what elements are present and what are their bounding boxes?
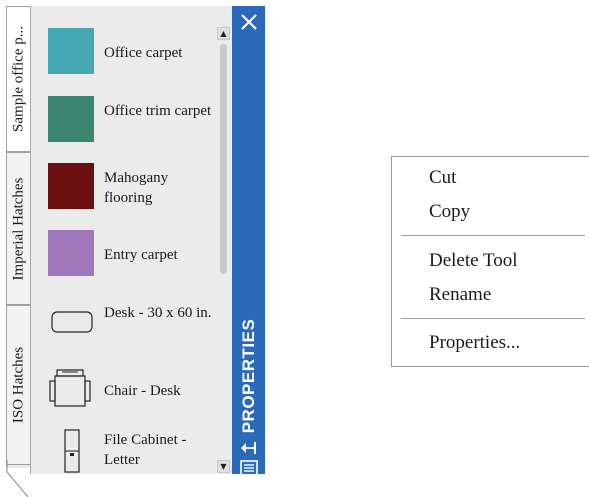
tool-label: Office trim carpet [104, 103, 212, 119]
swatch-office-carpet [48, 28, 94, 74]
tab-sample-office[interactable]: Sample office p... [6, 6, 30, 152]
tool-mahogany-flooring[interactable]: Mahogany flooring [31, 163, 216, 223]
menu-item-delete-tool[interactable]: Delete Tool [429, 250, 518, 272]
tool-label: Desk - 30 x 60 in. [104, 305, 212, 321]
tool-chair-desk[interactable]: Chair - Desk [31, 362, 216, 422]
tab-imperial-hatches[interactable]: Imperial Hatches [6, 152, 30, 305]
menu-item-cut[interactable]: Cut [429, 167, 456, 189]
scroll-up-arrow[interactable]: ▲ [217, 27, 230, 40]
swatch-entry-carpet [48, 230, 94, 276]
palette-titlebar[interactable]: PROPERTIES [232, 6, 265, 476]
tool-label: Mahogany flooring [104, 170, 169, 206]
file-cabinet-icon [64, 429, 80, 473]
properties-menu-icon[interactable] [240, 460, 258, 476]
menu-separator [401, 235, 585, 236]
menu-item-copy[interactable]: Copy [429, 201, 470, 223]
menu-item-rename[interactable]: Rename [429, 284, 491, 306]
tool-label: Entry carpet [104, 247, 178, 263]
tool-label: File Cabinet - Letter [104, 432, 187, 468]
tool-label: Office carpet [104, 45, 183, 61]
tab-iso-hatches[interactable]: ISO Hatches [6, 305, 30, 465]
tab-label: Imperial Hatches [10, 177, 26, 280]
close-icon[interactable] [237, 10, 261, 34]
scroll-down-arrow[interactable]: ▼ [217, 460, 230, 473]
auto-hide-icon[interactable] [239, 440, 259, 456]
context-menu: Cut Copy Delete Tool Rename Properties..… [391, 156, 589, 367]
tab-label: ISO Hatches [10, 346, 26, 424]
palette-title: PROPERTIES [238, 318, 258, 434]
tool-office-trim-carpet[interactable]: Office trim carpet [31, 96, 216, 156]
swatch-office-trim-carpet [48, 96, 94, 142]
swatch-mahogany-flooring [48, 163, 94, 209]
tool-file-cabinet[interactable]: File Cabinet - Letter [31, 426, 216, 486]
chair-icon [49, 369, 91, 407]
desk-icon [51, 311, 93, 333]
tool-palette: Sample office p... Imperial Hatches ISO … [0, 0, 268, 497]
tab-label: Sample office p... [10, 26, 26, 132]
tool-desk[interactable]: Desk - 30 x 60 in. [31, 300, 216, 360]
tool-office-carpet[interactable]: Office carpet [31, 28, 216, 88]
palette-scrollbar[interactable]: ▲ ▼ [215, 6, 232, 474]
tool-label: Chair - Desk [104, 383, 181, 399]
menu-item-properties[interactable]: Properties... [429, 332, 520, 354]
tool-list: Office carpet Office trim carpet Mahogan… [30, 6, 216, 474]
scroll-thumb[interactable] [220, 44, 227, 274]
tool-entry-carpet[interactable]: Entry carpet [31, 230, 216, 290]
menu-separator [401, 318, 585, 319]
